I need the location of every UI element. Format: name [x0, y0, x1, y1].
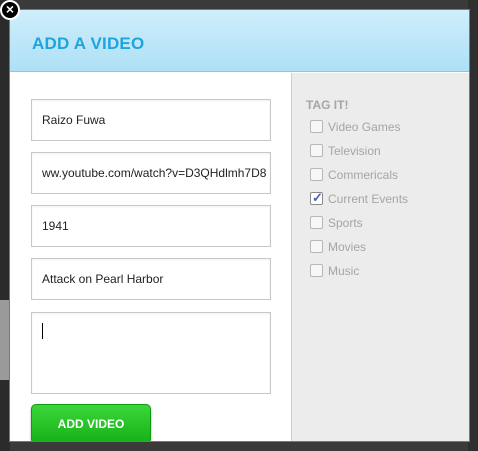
current-events-checkbox[interactable] — [310, 190, 323, 206]
music-checkbox[interactable] — [310, 264, 323, 277]
dialog-title: ADD A VIDEO — [32, 34, 145, 53]
text-cursor — [42, 323, 43, 339]
year-field[interactable]: 1941 — [31, 205, 271, 247]
tag-panel-title: TAG IT! — [306, 98, 349, 112]
tag-label: Music — [328, 264, 360, 278]
tag-panel: TAG IT! Video Games Television Commerica… — [291, 73, 469, 441]
television-checkbox[interactable] — [310, 144, 323, 157]
event-field[interactable]: Attack on Pearl Harbor — [31, 258, 271, 300]
video-form: Raizo Fuwa ww.youtube.com/watch?v=D3QHdl… — [10, 73, 291, 441]
commericals-checkbox[interactable] — [310, 168, 323, 181]
tag-label: Television — [328, 144, 381, 158]
movies-checkbox[interactable] — [310, 240, 323, 253]
add-video-button[interactable]: ADD VIDEO — [31, 404, 151, 441]
tag-label: Commericals — [328, 168, 399, 182]
name-field[interactable]: Raizo Fuwa — [31, 99, 271, 141]
tag-label: Sports — [328, 216, 363, 230]
video-url-field[interactable]: ww.youtube.com/watch?v=D3QHdlmh7D8 — [31, 152, 271, 194]
video-games-checkbox[interactable] — [310, 120, 323, 133]
close-icon[interactable]: × — [0, 0, 20, 20]
tag-label: Current Events — [328, 192, 409, 206]
tag-label: Movies — [328, 240, 367, 254]
sports-checkbox[interactable] — [310, 216, 323, 229]
dialog-header: ADD A VIDEO — [10, 10, 469, 72]
add-video-dialog: ADD A VIDEO Raizo Fuwa ww.youtube.com/wa… — [9, 9, 470, 442]
notes-textarea[interactable] — [31, 312, 271, 394]
tag-label: Video Games — [328, 120, 401, 134]
